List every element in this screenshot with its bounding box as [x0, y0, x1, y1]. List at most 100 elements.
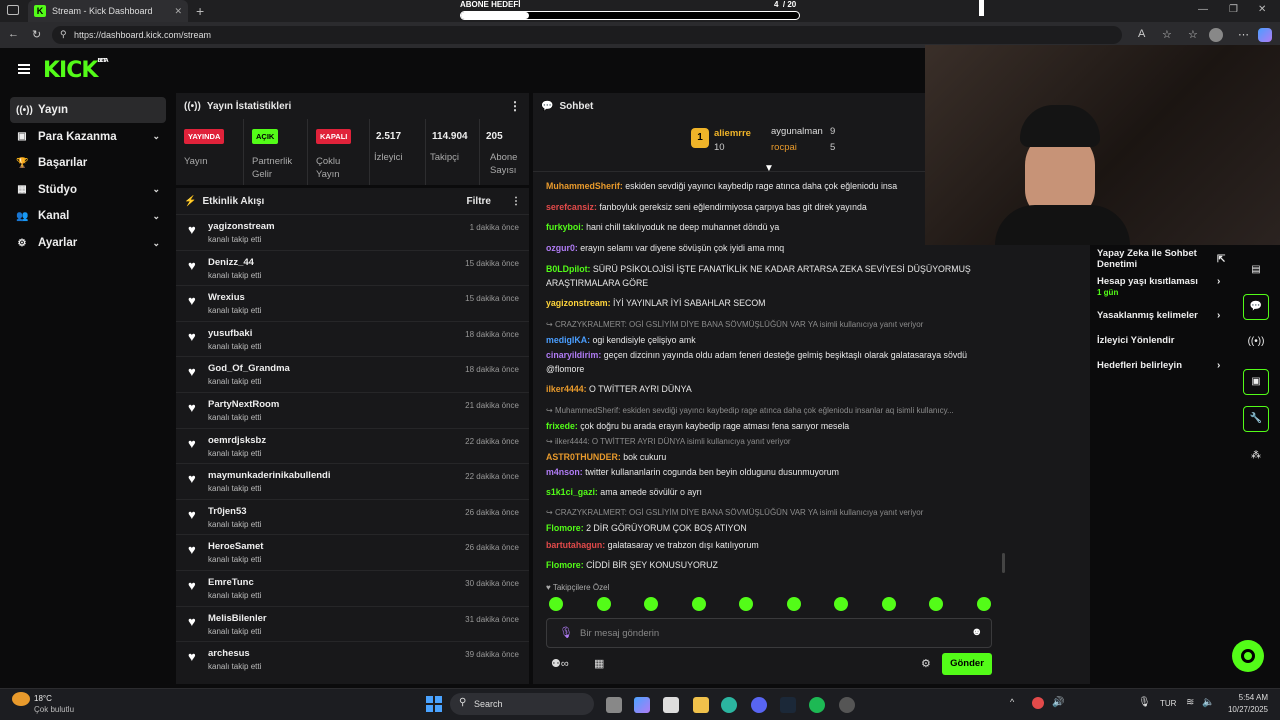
file-explorer-icon[interactable] [693, 697, 709, 713]
profile-avatar[interactable] [1209, 28, 1223, 42]
url-bar[interactable]: https://dashboard.kick.com/stream [52, 26, 1122, 44]
activity-item[interactable]: ♥ oemrdjsksbz kanalı takip etti 22 dakika ö… [176, 427, 529, 463]
chevron-down-icon[interactable]: ⌄ [152, 131, 160, 142]
kick-logo[interactable]: KICKBETA [43, 58, 109, 83]
volume-icon[interactable]: 🔊 [1052, 697, 1064, 708]
chat-message[interactable]: s1k1ci_gazi: ama amede sövülür o ayrı [546, 485, 986, 499]
chat-username[interactable]: ASTR0THUNDER [546, 452, 618, 462]
clock-date[interactable]: 10/27/2025 [1220, 705, 1268, 714]
tray-app-icon[interactable] [1032, 697, 1044, 709]
collections-icon[interactable]: ☆ [1188, 28, 1198, 41]
chat-message[interactable]: yagizonstream: İYİ YAYINLAR İYİ SABAHLAR… [546, 296, 986, 310]
activity-item[interactable]: ♥ EmreTunc kanalı takip etti 30 dakika önce [176, 570, 529, 605]
account-age-item[interactable]: Hesap yaşı kısıtlaması 1 gün › [1097, 276, 1220, 298]
chat-message[interactable]: frixede: çok doğru bu arada erayın kaybe… [546, 419, 986, 433]
emoji-picker-icon[interactable]: ☻ [971, 626, 983, 638]
restore-icon[interactable]: ❐ [1229, 4, 1238, 15]
chat-message[interactable]: furkyboi: hani chill takılıyoduk ne deep… [546, 220, 986, 234]
chevron-down-icon[interactable]: ⌄ [152, 238, 160, 249]
follower-name[interactable]: PartyNextRoom [208, 399, 279, 410]
activity-item[interactable]: ♥ Tr0jen53 kanalı takip etti 26 dakika önce [176, 498, 529, 534]
chat-username[interactable]: m4nson [546, 467, 580, 477]
taskbar-search[interactable]: ⚲ Search [450, 693, 594, 715]
filter-button[interactable]: Filtre [467, 196, 491, 207]
steam-icon[interactable] [780, 697, 796, 713]
copilot-icon[interactable] [1258, 28, 1272, 42]
follower-name[interactable]: God_Of_Grandma [208, 363, 290, 374]
minimize-icon[interactable]: — [1198, 4, 1208, 15]
support-headset-button[interactable] [1232, 640, 1264, 672]
speaker-icon[interactable]: 🔈 [1202, 697, 1214, 708]
browser-tab[interactable]: K Stream - Kick Dashboard ✕ [28, 0, 188, 22]
follower-name[interactable]: yagizonstream [208, 221, 275, 232]
emote-icon[interactable] [786, 597, 801, 611]
activity-item[interactable]: ♥ Denizz_44 kanalı takip etti 15 dakika önc… [176, 249, 529, 285]
task-view-icon[interactable] [606, 697, 622, 713]
copilot-taskbar-icon[interactable] [634, 697, 650, 713]
new-tab-icon[interactable]: + [196, 3, 204, 19]
activity-item[interactable]: ♥ yagizonstream kanalı takip etti 1 dakika … [176, 214, 529, 249]
back-icon[interactable]: ← [8, 28, 19, 40]
refresh-icon[interactable]: ↻ [32, 28, 41, 41]
follower-name[interactable]: Tr0jen53 [208, 506, 247, 517]
emote-icon[interactable] [976, 597, 991, 611]
send-button[interactable]: Gönder [942, 653, 992, 675]
chat-username[interactable]: Flomore [546, 560, 581, 570]
chat-message[interactable]: ASTR0THUNDER: bok cukuru [546, 450, 986, 464]
activity-item[interactable]: ♥ MelisBilenler kanalı takip etti 31 dakika… [176, 605, 529, 641]
chevron-down-icon[interactable]: ⌄ [152, 184, 160, 195]
chat-message[interactable]: m4nson: twitter kullananlarin cogunda be… [546, 465, 986, 479]
notes-icon[interactable]: ▤ [1243, 258, 1269, 284]
activity-item[interactable]: ♥ archesus kanalı takip etti 39 dakika önce [176, 641, 529, 676]
chat-message[interactable]: ilker4444: O TWİTTER AYRI DÜNYA [546, 382, 986, 396]
emote-icon[interactable] [929, 597, 943, 611]
chat-username[interactable]: s1k1ci_gazi [546, 487, 595, 497]
chevron-down-icon[interactable]: ⌄ [152, 211, 160, 222]
activity-item[interactable]: ♥ HeroeSamet kanalı takip etti 26 dakika ön… [176, 534, 529, 569]
chat-message[interactable]: B0LDpilot: SÜRÜ PSİKOLOJİSİ İŞTE FANATİK… [546, 262, 986, 290]
emote-icon[interactable] [834, 597, 848, 611]
integrations-icon[interactable]: ⁂ [1243, 444, 1269, 470]
emote-icon[interactable] [691, 597, 706, 611]
chat-username[interactable]: cinaryildirim [546, 350, 598, 360]
follower-name[interactable]: Wrexius [208, 292, 245, 303]
hamburger-menu-icon[interactable] [18, 64, 30, 74]
leaderboard-first-name[interactable]: aliemrre [714, 128, 751, 139]
follower-name[interactable]: oemrdjsksbz [208, 435, 266, 446]
activity-item[interactable]: ♥ Wrexius kanalı takip etti 15 dakika önce [176, 285, 529, 320]
leaderboard-third-name[interactable]: rocpai [771, 142, 797, 153]
activity-item[interactable]: ♥ maymunkaderinikabullendi kanalı takip et… [176, 463, 529, 498]
follower-name[interactable]: archesus [208, 648, 250, 659]
microphone-icon[interactable]: 🎙 [559, 626, 573, 639]
chat-message[interactable]: ozgur0: erayın selamı var diyene sövüşün… [546, 241, 986, 255]
close-window-icon[interactable]: ✕ [1258, 4, 1266, 15]
keyboard-language[interactable]: TUR [1160, 699, 1176, 708]
media-icon[interactable]: ▣ [1243, 369, 1269, 395]
chat-message[interactable]: medigIKA: ogi kendisiyle çelişiyo amk [546, 333, 986, 347]
gift-icon[interactable]: ▦ [594, 657, 604, 670]
activity-item[interactable]: ♥ PartyNextRoom kanalı takip etti 21 dakika… [176, 392, 529, 427]
windows-start-icon[interactable] [426, 696, 442, 712]
wifi-icon[interactable]: ≋ [1186, 697, 1194, 708]
discord-icon[interactable] [751, 697, 767, 713]
chat-message[interactable]: cinaryildirim: geçen dizcinın yayında ol… [546, 348, 986, 376]
chat-message[interactable]: Flomore: 2 DİR GÖRÜYORUM ÇOK BOŞ ATIYON [546, 521, 986, 535]
tab-actions-icon[interactable] [7, 5, 19, 15]
emote-icon[interactable] [881, 597, 896, 611]
menu-dots-icon[interactable]: ⋯ [1238, 28, 1249, 41]
favorite-star-icon[interactable]: ☆ [1162, 28, 1172, 41]
sidebar-item-0[interactable]: ((•)) Yayın [10, 97, 166, 123]
sidebar-item-5[interactable]: ⚙ Ayarlar ⌄ [10, 230, 166, 256]
chat-username[interactable]: frixede [546, 421, 575, 431]
chat-username[interactable]: ilker4444 [546, 384, 584, 394]
chat-message-input[interactable]: 🎙 Bir mesaj gönderin ☻ [546, 618, 992, 648]
emote-icon[interactable] [549, 597, 563, 611]
chat-message[interactable]: serefcansiz: fanboyluk gereksiz seni eğl… [546, 200, 986, 214]
collapse-pinned-icon[interactable]: ▼ [764, 163, 774, 174]
chat-username[interactable]: medigIKA [546, 335, 587, 345]
more-options-icon[interactable]: ⋮ [511, 196, 521, 207]
chat-message[interactable]: bartutahagun: galatasaray ve trabzon dış… [546, 538, 986, 552]
reply-context[interactable]: ↪ CRAZYKRALMERT: OGİ GSLİYİM DİYE BANA S… [546, 320, 923, 329]
emote-icon[interactable] [596, 597, 611, 611]
edge-browser-icon[interactable] [721, 697, 737, 713]
